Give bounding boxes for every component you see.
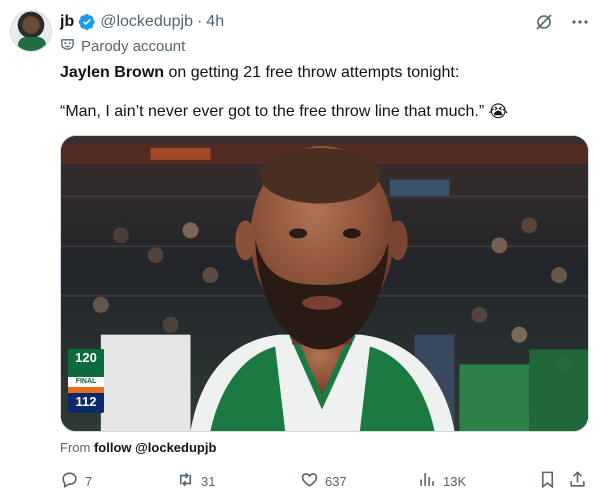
share-icon — [568, 470, 587, 492]
source-attribution: From follow @lockedupjb — [60, 440, 216, 455]
reply-count: 7 — [85, 473, 93, 489]
author-row: jb @lockedupjb · 4h — [60, 11, 224, 33]
source-prefix: From — [60, 440, 94, 455]
grok-icon[interactable] — [534, 12, 554, 32]
bookmark-button[interactable] — [538, 470, 557, 492]
parody-label: Parody account — [60, 37, 185, 56]
like-button[interactable]: 637 — [300, 470, 347, 492]
author-avatar[interactable] — [10, 10, 52, 52]
reply-button[interactable]: 7 — [60, 470, 92, 492]
top-actions — [534, 12, 590, 32]
parody-label-text: Parody account — [81, 38, 186, 55]
parody-mask-icon — [60, 37, 75, 56]
tweet-text-rest: on getting 21 free throw attempts tonigh… — [164, 64, 460, 81]
bookmark-icon — [538, 470, 557, 492]
like-count: 637 — [325, 473, 347, 489]
crying-emoji: 😭 — [488, 102, 509, 121]
repost-count: 31 — [201, 473, 216, 489]
source-link[interactable]: follow @lockedupjb — [94, 440, 216, 455]
like-icon — [300, 470, 319, 492]
tweet-media-video[interactable]: 120 FINAL 112 — [60, 135, 589, 432]
views-count: 13K — [443, 473, 467, 489]
tweet-text-bold: Jaylen Brown — [60, 64, 165, 81]
views-icon — [418, 470, 437, 492]
score-status: FINAL — [68, 377, 104, 387]
score-top: 120 — [68, 349, 104, 367]
tweet-card: jb @lockedupjb · 4h Parody account Jayle… — [0, 0, 604, 500]
repost-button[interactable]: 31 — [176, 470, 215, 492]
tweet-text-line1: Jaylen Brown on getting 21 free throw at… — [60, 63, 459, 83]
author-name[interactable]: jb — [60, 13, 74, 31]
separator-dot: · — [196, 13, 203, 30]
reply-icon — [60, 470, 79, 492]
verified-badge-icon — [78, 13, 96, 31]
tweet-text-quote-row: “Man, I ain’t never ever got to the free… — [60, 101, 508, 123]
score-bottom: 112 — [75, 394, 97, 409]
author-handle[interactable]: @lockedupjb — [100, 13, 193, 31]
video-frame — [61, 136, 588, 431]
scoreboard-graphic: 120 FINAL 112 — [68, 349, 104, 413]
tweet-quote: “Man, I ain’t never ever got to the free… — [60, 103, 485, 120]
views-button[interactable]: 13K — [418, 470, 466, 492]
repost-icon — [176, 470, 195, 492]
more-icon[interactable] — [570, 12, 590, 32]
post-time[interactable]: 4h — [206, 13, 224, 31]
action-bar: 7 31 637 13K — [60, 470, 590, 492]
share-button[interactable] — [568, 470, 587, 492]
